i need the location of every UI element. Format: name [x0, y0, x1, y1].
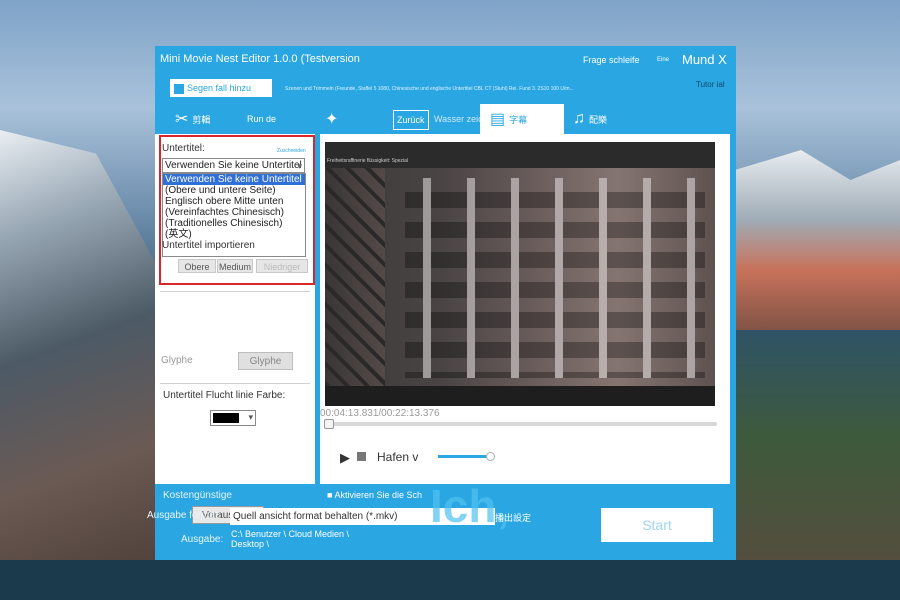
start-button[interactable]: Start — [601, 508, 713, 542]
help-link[interactable]: Frage schleife — [583, 55, 640, 65]
format-label: Ausgabe format: — [147, 510, 221, 521]
subtitle-settings-panel: Untertitel: Zuschneiden Verwenden Sie ke… — [155, 134, 315, 524]
divider — [160, 291, 310, 292]
dropdown-option[interactable]: (英文) — [163, 229, 305, 240]
video-header: Freiheitsraffinerie flüssigkeit: Spezial — [325, 142, 715, 168]
crop-link[interactable]: Zuschneiden — [277, 148, 306, 154]
dropdown-option[interactable]: (Vereinfachtes Chinesisch) — [163, 207, 305, 218]
play-icon[interactable]: ▶ — [340, 450, 350, 466]
preview-panel: Freiheitsraffinerie flüssigkeit: Spezial… — [320, 134, 730, 484]
chevron-down-icon: ▾ — [297, 161, 302, 171]
video-scaffold — [325, 168, 385, 386]
glyph-label: Glyphe — [161, 355, 193, 366]
close-button[interactable]: Mund X — [682, 52, 727, 67]
chevron-down-icon: ▾ — [248, 412, 253, 422]
position-top-button[interactable]: Obere — [178, 259, 216, 273]
stop-icon[interactable] — [357, 452, 366, 461]
output-label: Ausgabe: — [181, 534, 224, 545]
volume-handle[interactable] — [486, 452, 495, 461]
overlay-text: Ich, — [430, 480, 510, 532]
toolbar: ✂ 剪輯 Run de ✦ Zurück Wasser zeichen ▤ 字幕 ♫… — [155, 104, 736, 134]
tab-label: Run de — [247, 114, 277, 124]
sparkle-icon: ✦ — [325, 111, 339, 128]
vendor-label: Kostengünstige — [163, 490, 232, 501]
tab-back[interactable]: Zurück — [393, 110, 429, 130]
enable-link-label: Aktivieren Sie die Sch — [334, 490, 422, 500]
dropdown-option[interactable]: Englisch obere Mitte unten — [163, 196, 305, 207]
music-icon: ♫ — [573, 110, 585, 127]
color-swatch — [213, 413, 239, 423]
output-settings-link[interactable]: 播出設定 — [495, 511, 531, 524]
add-file-icon — [174, 83, 184, 94]
position-middle-button[interactable]: Medium — [217, 259, 253, 273]
volume-label: Hafen v — [377, 450, 419, 464]
output-path[interactable]: C:\ Benutzer \ Cloud Medien \ Desktop \ — [231, 529, 371, 549]
position-bottom-button[interactable]: Niedriger — [256, 259, 308, 273]
add-file-button[interactable]: Segen fall hinzu — [170, 79, 272, 97]
editor-window: Mini Movie Nest Editor 1.0.0 (Testversio… — [147, 46, 736, 560]
dropdown-option[interactable]: (Traditionelles Chinesisch) — [163, 218, 305, 229]
tab-subtitle[interactable]: ▤ 字幕 — [480, 104, 564, 134]
video-building — [405, 178, 705, 378]
playback-time: 00:04:13.831/00:22:13.376 — [320, 408, 440, 419]
subtitle-icon: ▤ — [490, 111, 506, 128]
video-frame[interactable] — [325, 168, 715, 386]
seek-bar[interactable] — [324, 419, 717, 429]
seek-handle[interactable] — [324, 419, 334, 429]
subtitle-label: Untertitel: — [162, 143, 205, 154]
tab-label: Zurück — [397, 115, 425, 125]
background-mountain-right — [735, 150, 900, 350]
dropdown-option[interactable]: (Obere und untere Seite) — [163, 185, 305, 196]
tab-crop[interactable]: Run de — [247, 104, 276, 134]
tab-label: 剪輯 — [192, 114, 211, 125]
tab-cut[interactable]: ✂ 剪輯 — [175, 104, 210, 134]
outline-color-picker[interactable]: ▾ — [210, 410, 256, 426]
language-button[interactable]: Eine — [657, 57, 669, 63]
tab-label: 配樂 — [589, 114, 608, 125]
app-title: Mini Movie Nest Editor 1.0.0 (Testversio… — [160, 53, 360, 65]
tab-music[interactable]: ♫ 配樂 — [573, 104, 607, 134]
title-bar: Mini Movie Nest Editor 1.0.0 (Testversio… — [155, 46, 736, 76]
file-info: Szenen und Trimmeln (Freunde, Staffel 5 … — [285, 86, 574, 92]
add-file-label: Segen fall hinzu — [187, 83, 252, 93]
enable-link[interactable]: ■ Aktivieren Sie die Sch — [327, 490, 422, 500]
import-subtitle-link[interactable]: Untertitel importieren — [162, 240, 255, 251]
tab-effects[interactable]: ✦ — [325, 104, 342, 134]
dropdown-option[interactable]: Verwenden Sie keine Untertitel — [163, 174, 305, 185]
tutorial-link[interactable]: Tutor ial — [696, 81, 725, 89]
tab-label: 字幕 — [509, 114, 528, 125]
subtitle-select-value: Verwenden Sie keine Untertitel — [165, 160, 302, 171]
scissors-icon: ✂ — [175, 111, 189, 128]
glyph-button[interactable]: Glyphe — [238, 352, 293, 370]
background-water — [0, 560, 900, 600]
subtitle-select[interactable]: Verwenden Sie keine Untertitel ▾ — [162, 158, 305, 173]
divider — [160, 383, 310, 384]
video-footer — [325, 386, 715, 406]
outline-color-label: Untertitel Flucht linie Farbe: — [163, 390, 286, 401]
background-mountain-left — [0, 130, 160, 600]
video-caption: Freiheitsraffinerie flüssigkeit: Spezial — [327, 158, 409, 164]
